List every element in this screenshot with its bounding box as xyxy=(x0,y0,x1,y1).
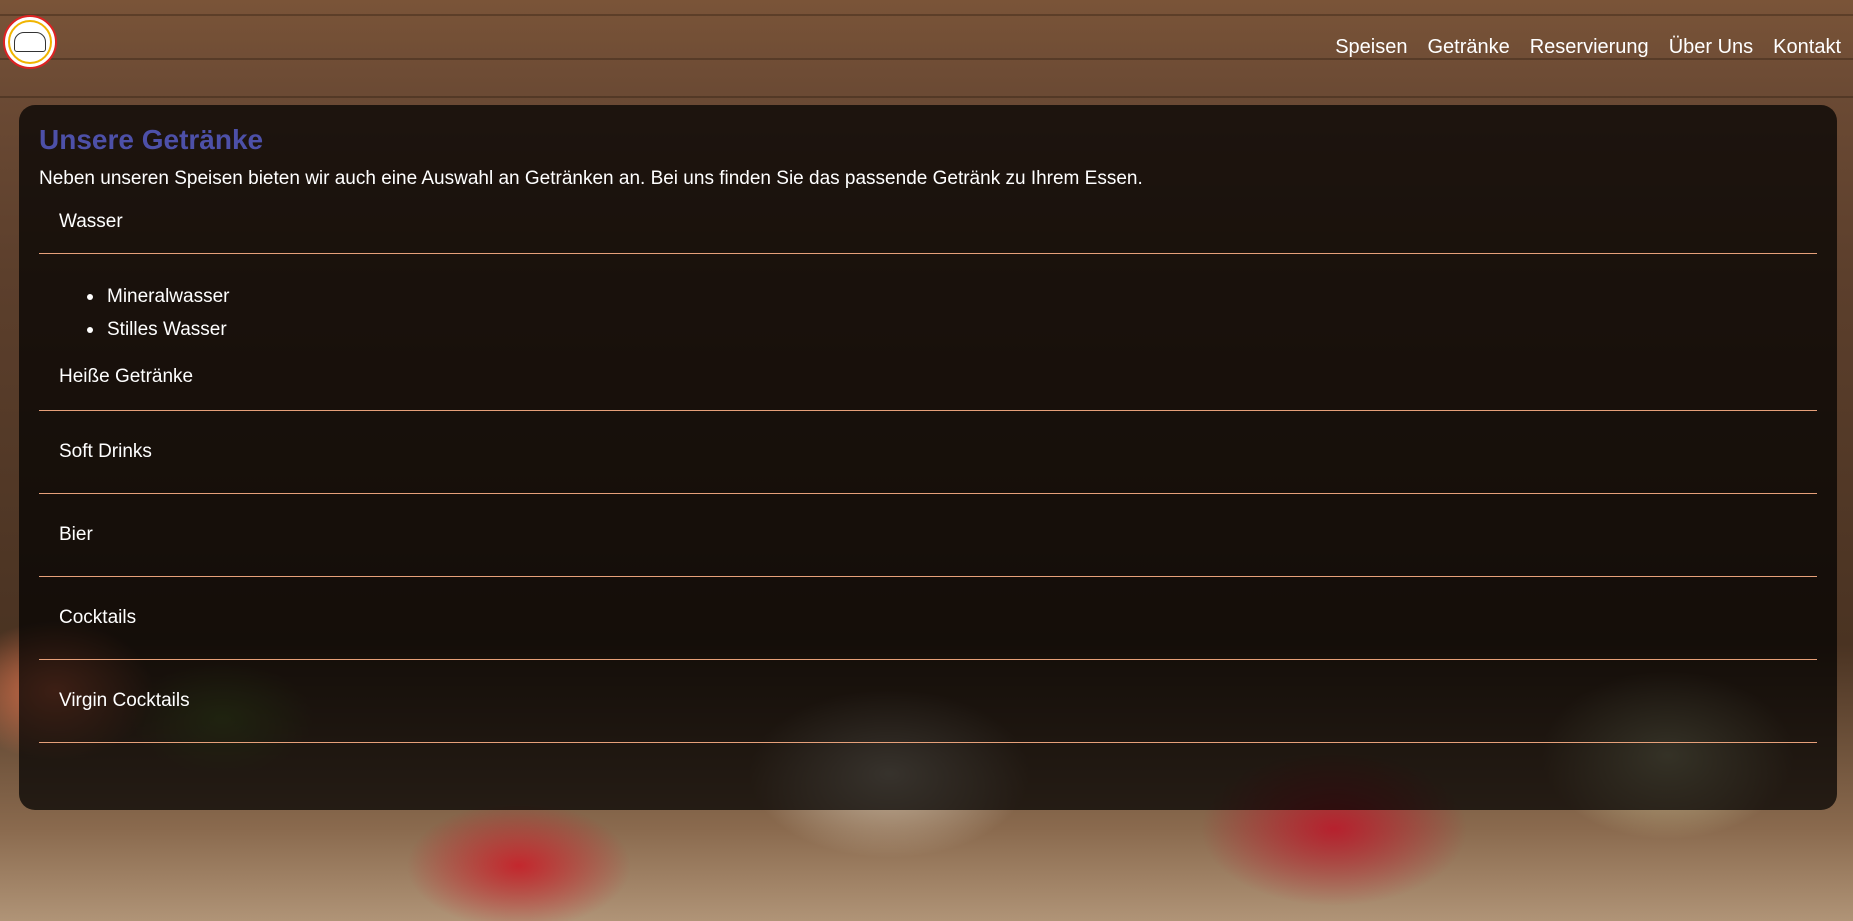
accordion-heisse-getraenke[interactable]: Heiße Getränke xyxy=(39,366,1817,411)
restaurant-logo[interactable] xyxy=(3,15,57,69)
logo-ring xyxy=(8,20,52,64)
nav-getraenke[interactable]: Getränke xyxy=(1427,36,1509,59)
nav-speisen[interactable]: Speisen xyxy=(1335,36,1407,59)
accordion-label: Virgin Cocktails xyxy=(59,690,190,711)
accordion-bier[interactable]: Bier xyxy=(39,494,1817,577)
accordion-cocktails[interactable]: Cocktails xyxy=(39,577,1817,660)
accordion-label: Cocktails xyxy=(59,607,137,628)
accordion-soft-drinks[interactable]: Soft Drinks xyxy=(39,411,1817,494)
background-wood xyxy=(0,14,1853,16)
page-title: Unsere Getränke xyxy=(39,124,264,155)
background-wood xyxy=(0,96,1853,98)
accordion-wasser[interactable]: Wasser xyxy=(39,191,1817,254)
nav-reservierung[interactable]: Reservierung xyxy=(1530,36,1649,59)
main-navigation: Speisen Getränke Reservierung Über Uns K… xyxy=(1335,36,1841,59)
intro-text: Neben unseren Speisen bieten wir auch ei… xyxy=(39,168,1143,189)
list-item: Stilles Wasser xyxy=(87,313,1817,346)
accordion-label: Bier xyxy=(59,524,93,545)
accordion-label: Wasser xyxy=(59,211,123,232)
list-item: Mineralwasser xyxy=(87,280,1817,313)
wasser-list: Mineralwasser Stilles Wasser xyxy=(39,254,1817,366)
nav-ueber-uns[interactable]: Über Uns xyxy=(1669,36,1753,59)
drinks-panel: Unsere Getränke Neben unseren Speisen bi… xyxy=(19,105,1837,810)
accordion-label: Heiße Getränke xyxy=(59,366,194,387)
accordion-virgin-cocktails[interactable]: Virgin Cocktails xyxy=(39,660,1817,743)
nav-kontakt[interactable]: Kontakt xyxy=(1773,36,1841,59)
accordion-label: Soft Drinks xyxy=(59,441,152,462)
